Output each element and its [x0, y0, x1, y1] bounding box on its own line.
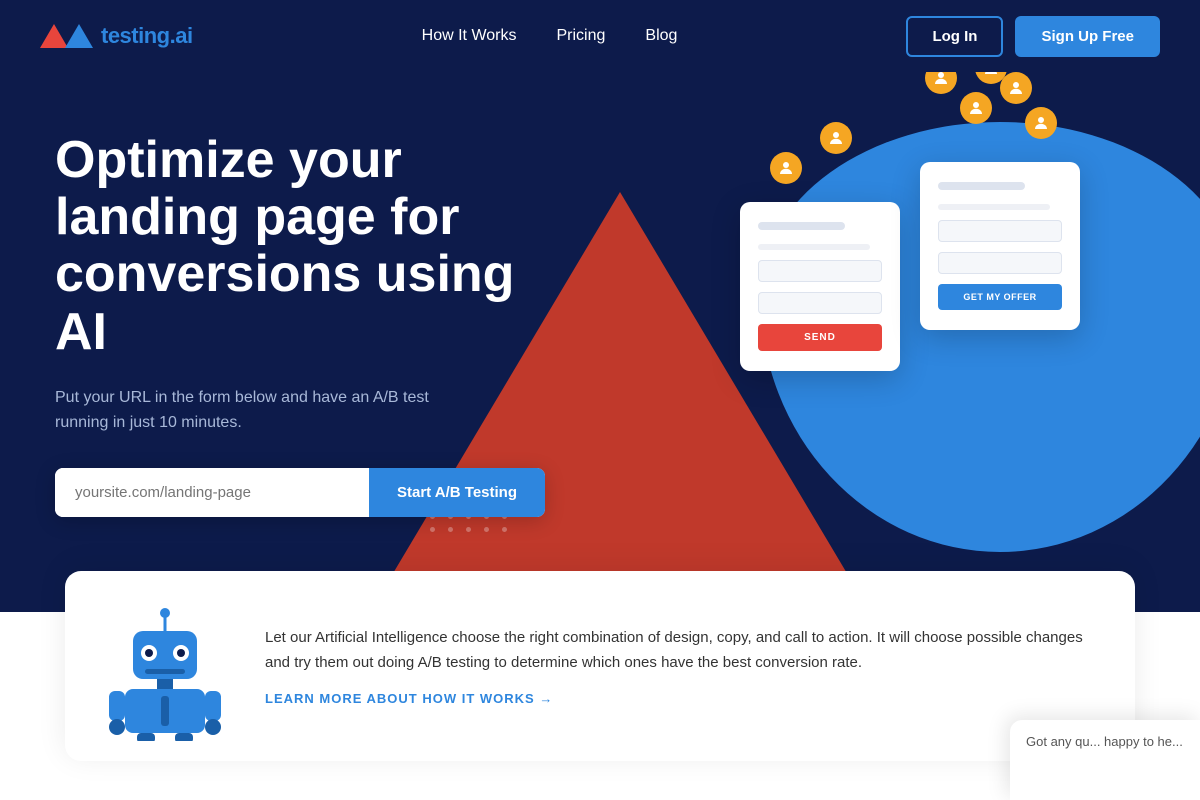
mockup-area: SEND GET MY OFFER — [740, 102, 1080, 371]
start-ab-testing-button[interactable]: Start A/B Testing — [369, 468, 545, 517]
user-icon-1 — [770, 152, 802, 184]
mockup1-title-line — [758, 222, 845, 230]
chat-text: Got any qu... happy to he... — [1026, 734, 1183, 749]
robot-icon — [105, 601, 225, 731]
navbar: testing.ai How It Works Pricing Blog Log… — [0, 0, 1200, 72]
logo-icon — [40, 24, 93, 48]
nav-links: How It Works Pricing Blog — [422, 27, 678, 45]
nav-blog[interactable]: Blog — [645, 27, 677, 45]
logo-text: testing.ai — [101, 23, 193, 49]
bottom-text: Let our Artificial Intelligence choose t… — [265, 625, 1095, 708]
mockup1-input2 — [758, 292, 882, 314]
user-icon-2 — [820, 122, 852, 154]
hero-subtitle: Put your URL in the form below and have … — [55, 385, 485, 436]
mockup-card-2: GET MY OFFER — [920, 162, 1080, 330]
mockup2-input2 — [938, 252, 1062, 274]
mockup2-title-line — [938, 182, 1025, 190]
hero-form: Start A/B Testing — [55, 468, 545, 517]
mockup2-offer-button: GET MY OFFER — [938, 284, 1062, 310]
mockup2-sub-line1 — [938, 204, 1050, 210]
mockup-card-1: SEND — [740, 202, 900, 371]
mockup1-sub-line1 — [758, 244, 870, 250]
user-icon-4 — [960, 92, 992, 124]
bottom-description: Let our Artificial Intelligence choose t… — [265, 625, 1095, 676]
mockup1-send-button: SEND — [758, 324, 882, 351]
logo-triangle-blue-icon — [65, 24, 93, 48]
mockup2-input1 — [938, 220, 1062, 242]
user-icon-3 — [925, 72, 957, 94]
mockup1-input1 — [758, 260, 882, 282]
login-button[interactable]: Log In — [906, 16, 1003, 57]
learn-more-link[interactable]: LEARN MORE ABOUT HOW IT WORKS → — [265, 691, 553, 706]
user-icon-6 — [1025, 107, 1057, 139]
bottom-section: Let our Artificial Intelligence choose t… — [0, 612, 1200, 800]
nav-actions: Log In Sign Up Free — [906, 16, 1160, 57]
hero-content: Optimize your landing page for conversio… — [55, 132, 575, 517]
hero-title: Optimize your landing page for conversio… — [55, 132, 575, 361]
nav-pricing[interactable]: Pricing — [556, 27, 605, 45]
nav-how-it-works[interactable]: How It Works — [422, 27, 517, 45]
url-input[interactable] — [55, 468, 369, 517]
hero-section: Optimize your landing page for conversio… — [0, 72, 1200, 612]
bottom-card: Let our Artificial Intelligence choose t… — [65, 571, 1135, 761]
logo[interactable]: testing.ai — [40, 23, 193, 49]
chat-widget[interactable]: Got any qu... happy to he... — [1010, 720, 1200, 800]
signup-button[interactable]: Sign Up Free — [1015, 16, 1160, 57]
logo-triangle-red-icon — [40, 24, 68, 48]
user-icon-5 — [1000, 72, 1032, 104]
